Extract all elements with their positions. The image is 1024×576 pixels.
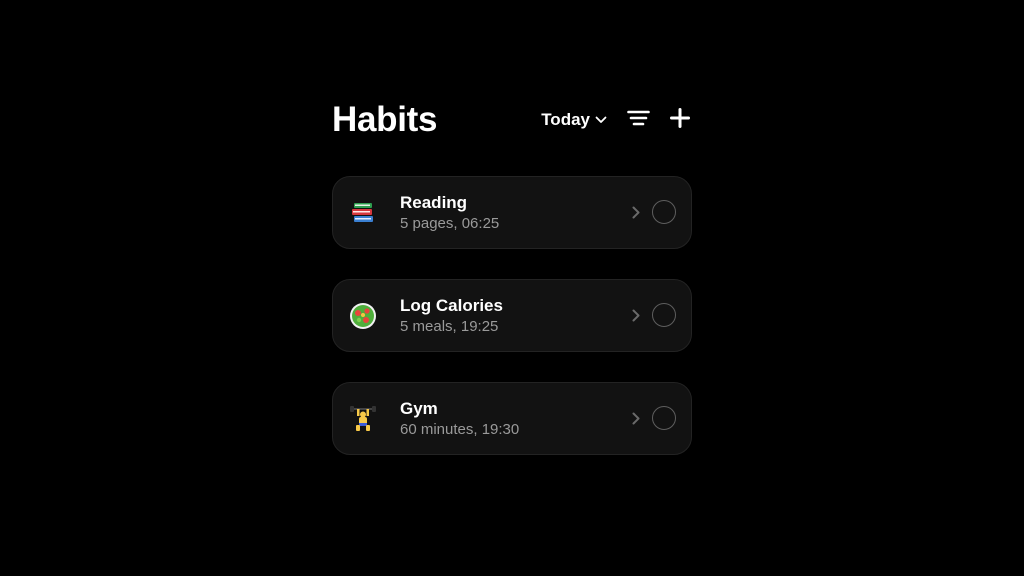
habit-text: Gym 60 minutes, 19:30 xyxy=(400,399,519,441)
habit-text: Reading 5 pages, 06:25 xyxy=(400,193,499,235)
page-title: Habits xyxy=(332,100,438,139)
habit-name: Gym xyxy=(400,399,438,418)
habit-checkbox[interactable] xyxy=(652,200,676,224)
habit-checkbox[interactable] xyxy=(652,303,676,327)
habit-detail: 60 minutes, 19:30 xyxy=(400,421,520,438)
habit-card-reading[interactable]: Reading 5 pages, 06:25 xyxy=(332,176,692,249)
chevron-right-icon xyxy=(632,309,640,322)
habit-detail: 5 meals, 19:25 xyxy=(400,318,499,335)
sort-button[interactable] xyxy=(627,110,650,131)
habit-list: Reading 5 pages, 06:25 Log Calories 5 me… xyxy=(332,176,692,485)
weightlifter-icon xyxy=(348,404,378,434)
salad-icon xyxy=(348,301,378,331)
plus-icon xyxy=(670,107,690,133)
habit-card-log-calories[interactable]: Log Calories 5 meals, 19:25 xyxy=(332,279,692,352)
add-habit-button[interactable] xyxy=(670,107,690,133)
chevron-right-icon xyxy=(632,412,640,425)
habit-name: Log Calories xyxy=(400,296,503,315)
period-selector[interactable]: Today xyxy=(541,110,607,130)
header: Habits Today xyxy=(332,96,692,144)
habits-screen: Habits Today Reading 5 pages, 06:25 Log … xyxy=(332,96,692,455)
habit-detail: 5 pages, 06:25 xyxy=(400,215,500,232)
habit-name: Reading xyxy=(400,193,468,212)
habit-text: Log Calories 5 meals, 19:25 xyxy=(400,296,503,338)
chevron-right-icon xyxy=(632,206,640,219)
books-icon xyxy=(348,198,378,228)
period-selector-label: Today xyxy=(541,110,590,129)
chevron-down-icon xyxy=(595,116,607,124)
header-actions: Today xyxy=(541,106,692,134)
habit-checkbox[interactable] xyxy=(652,406,676,430)
habit-card-gym[interactable]: Gym 60 minutes, 19:30 xyxy=(332,382,692,455)
sort-icon xyxy=(627,110,650,131)
